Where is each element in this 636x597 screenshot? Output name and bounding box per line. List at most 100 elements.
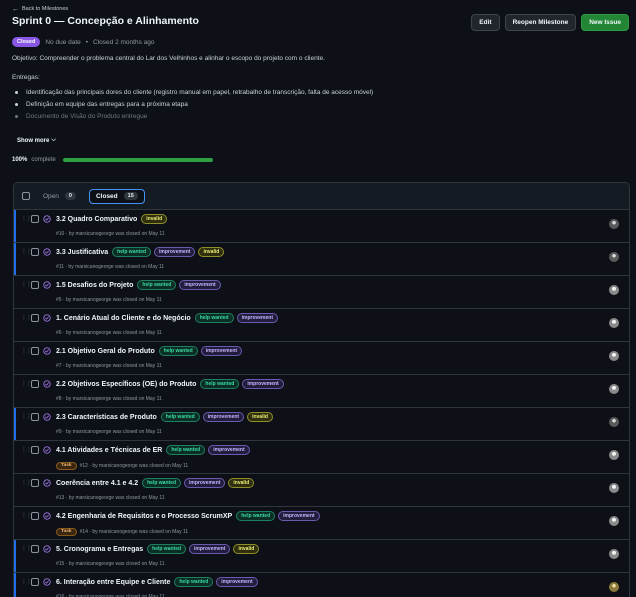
reopen-milestone-button[interactable]: Reopen Milestone [504, 14, 577, 31]
assignee-avatar[interactable] [609, 483, 619, 493]
issue-row[interactable]: ⋮⋮ 2.1 Objetivo Geral do Produto help want… [14, 342, 629, 375]
drag-handle-icon[interactable]: ⋮⋮ [21, 578, 32, 585]
show-more-button[interactable]: Show more ⌵ [17, 137, 56, 144]
assignee-avatar[interactable] [609, 549, 619, 559]
issue-label[interactable]: improvement [208, 445, 250, 455]
issue-label[interactable]: help wanted [174, 577, 214, 587]
drag-handle-icon[interactable]: ⋮⋮ [21, 512, 32, 519]
issue-row[interactable]: ⋮⋮ 3.3 Justificativa help wanted improvemen… [14, 243, 629, 276]
assignee-avatar[interactable] [609, 219, 619, 229]
issue-title-link[interactable]: 1. Cenário Atual do Cliente e do Negócio [56, 315, 191, 322]
issue-label[interactable]: improvement [179, 280, 221, 290]
issue-label[interactable]: help wanted [137, 280, 177, 290]
issue-title-link[interactable]: 2.1 Objetivo Geral do Produto [56, 348, 155, 355]
issue-row[interactable]: ⋮⋮ 6. Interação entre Equipe e Cliente hel… [14, 573, 629, 597]
issue-checkbox[interactable] [31, 314, 39, 322]
assignee-avatar[interactable] [609, 252, 619, 262]
assignee-avatar[interactable] [609, 516, 619, 526]
issue-row[interactable]: ⋮⋮ 2.3 Características de Produto help wan… [14, 408, 629, 441]
drag-handle-icon[interactable]: ⋮⋮ [21, 413, 32, 420]
drag-handle-icon[interactable]: ⋮⋮ [21, 545, 32, 552]
issue-checkbox[interactable] [31, 479, 39, 487]
issue-label[interactable]: invalid [198, 247, 225, 257]
drag-handle-icon[interactable]: ⋮⋮ [21, 479, 32, 486]
issue-row[interactable]: ⋮⋮ 4.2 Engenharia de Requisitos e o Proce… [14, 507, 629, 540]
issue-label[interactable]: help wanted [158, 346, 198, 356]
issue-title-link[interactable]: 3.2 Quadro Comparativo [56, 216, 137, 223]
issue-checkbox[interactable] [31, 413, 39, 421]
issue-label[interactable]: improvement [200, 346, 243, 356]
issue-checkbox[interactable] [31, 446, 39, 454]
drag-handle-icon[interactable]: ⋮⋮ [21, 347, 32, 354]
assignee-avatar[interactable] [609, 351, 619, 361]
drag-handle-icon[interactable]: ⋮⋮ [21, 380, 32, 387]
assignee-avatar[interactable] [609, 417, 619, 427]
issue-label[interactable]: help wanted [147, 544, 187, 554]
issue-label[interactable]: improvement [278, 511, 320, 521]
assignee-avatar[interactable] [609, 384, 619, 394]
issue-closed-icon [43, 446, 51, 454]
issue-label[interactable]: help wanted [160, 412, 200, 422]
tab-open[interactable]: Open 0 [37, 189, 82, 204]
issue-row[interactable]: ⋮⋮ 1.5 Desafios do Projeto help wanted impr… [14, 276, 629, 309]
tab-closed[interactable]: Closed 15 [88, 188, 145, 204]
issue-checkbox[interactable] [31, 512, 39, 520]
issue-meta: #12 · by marsicanogeorge was closed on M… [79, 463, 189, 469]
issue-checkbox[interactable] [31, 545, 39, 553]
issue-label[interactable]: help wanted [142, 478, 182, 488]
issue-title-link[interactable]: 3.3 Justificativa [56, 249, 108, 256]
issue-label[interactable]: help wanted [194, 313, 234, 323]
issue-label[interactable]: improvement [189, 544, 231, 554]
assignee-avatar[interactable] [609, 318, 619, 328]
issue-row[interactable]: ⋮⋮ 5. Cronograma e Entregas help wanted imp… [14, 540, 629, 573]
issue-label[interactable]: invalid [228, 478, 255, 488]
drag-handle-icon[interactable]: ⋮⋮ [21, 446, 32, 453]
issue-label[interactable]: improvement [202, 412, 245, 422]
issue-checkbox[interactable] [31, 347, 39, 355]
issue-title-link[interactable]: 2.3 Características de Produto [56, 414, 157, 421]
issue-row[interactable]: ⋮⋮ Coerência entre 4.1 e 4.2 help wanted im… [14, 474, 629, 507]
issue-title-link[interactable]: 4.1 Atividades e Técnicas de ER [56, 447, 162, 454]
drag-handle-icon[interactable]: ⋮⋮ [21, 215, 32, 222]
issue-label[interactable]: help wanted [112, 247, 152, 257]
issue-label[interactable]: improvement [216, 577, 258, 587]
assignee-avatar[interactable] [609, 285, 619, 295]
issue-row[interactable]: ⋮⋮ 4.1 Atividades e Técnicas de ER help wa… [14, 441, 629, 474]
issue-checkbox[interactable] [31, 380, 39, 388]
drag-handle-icon[interactable]: ⋮⋮ [21, 314, 32, 321]
issue-label[interactable]: invalid [141, 214, 168, 224]
issue-title-link[interactable]: 5. Cronograma e Entregas [56, 546, 143, 553]
drag-handle-icon[interactable]: ⋮⋮ [21, 281, 32, 288]
issue-checkbox[interactable] [31, 578, 39, 586]
issue-label[interactable]: improvement [154, 247, 196, 257]
new-issue-button[interactable]: New Issue [581, 14, 629, 31]
issue-label[interactable]: improvement [242, 379, 284, 389]
issue-label[interactable]: invalid [233, 544, 260, 554]
edit-button[interactable]: Edit [471, 14, 500, 31]
milestone-meta: Closed No due date • Closed 2 months ago [12, 37, 154, 47]
issue-title-link[interactable]: 2.2 Objetivos Específicos (OE) do Produt… [56, 381, 196, 388]
issue-label[interactable]: improvement [184, 478, 226, 488]
issue-checkbox[interactable] [31, 248, 39, 256]
issue-title-link[interactable]: Coerência entre 4.1 e 4.2 [56, 480, 138, 487]
issue-title-link[interactable]: 1.5 Desafios do Projeto [56, 282, 133, 289]
assignee-avatar[interactable] [609, 450, 619, 460]
drag-handle-icon[interactable]: ⋮⋮ [21, 248, 32, 255]
issue-label[interactable]: help wanted [200, 379, 240, 389]
select-all-checkbox[interactable] [22, 192, 30, 200]
issue-row[interactable]: ⋮⋮ 2.2 Objetivos Específicos (OE) do Prod… [14, 375, 629, 408]
issue-row[interactable]: ⋮⋮ 1. Cenário Atual do Cliente e do Negóc… [14, 309, 629, 342]
issue-label[interactable]: help wanted [166, 445, 206, 455]
assignee-avatar[interactable] [609, 582, 619, 592]
issue-label[interactable]: invalid [247, 412, 273, 422]
page-title: Sprint 0 — Concepção e Alinhamento [12, 15, 199, 27]
issue-checkbox[interactable] [31, 215, 39, 223]
issue-title-link[interactable]: 6. Interação entre Equipe e Cliente [56, 579, 170, 586]
issue-label[interactable]: improvement [236, 313, 279, 323]
issue-label[interactable]: help wanted [236, 511, 276, 521]
issue-title-line: 6. Interação entre Equipe e Cliente help … [56, 577, 258, 587]
back-to-milestones-link[interactable]: ← Back to Milestones [12, 6, 68, 13]
issue-row[interactable]: ⋮⋮ 3.2 Quadro Comparativo invalid #10 · by … [14, 210, 629, 243]
issue-title-link[interactable]: 4.2 Engenharia de Requisitos e o Process… [56, 513, 232, 520]
issue-checkbox[interactable] [31, 281, 39, 289]
